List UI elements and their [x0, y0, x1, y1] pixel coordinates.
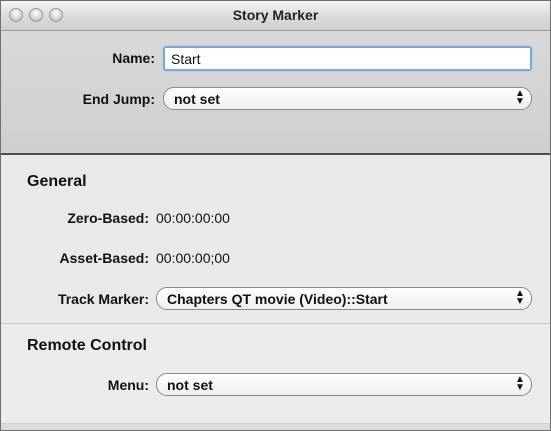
updown-arrows-icon: ▲ ▼: [515, 88, 525, 107]
window-bottom-edge: [1, 423, 550, 430]
asset-based-value: 00:00:00;00: [156, 250, 230, 266]
general-heading: General: [27, 173, 87, 190]
updown-arrows-icon: ▲ ▼: [515, 374, 525, 393]
track-marker-value: Chapters QT movie (Video)::Start: [167, 291, 388, 307]
menu-popup[interactable]: not set ▲ ▼: [156, 373, 532, 396]
zero-based-value: 00:00:00:00: [156, 210, 230, 226]
section-divider: [1, 153, 550, 155]
title-bar[interactable]: Story Marker: [1, 1, 550, 31]
asset-based-label: Asset-Based:: [59, 250, 149, 266]
track-marker-label: Track Marker:: [57, 291, 149, 307]
menu-label: Menu:: [107, 377, 149, 393]
track-marker-popup[interactable]: Chapters QT movie (Video)::Start ▲ ▼: [156, 287, 532, 310]
menu-value: not set: [167, 377, 213, 393]
updown-arrows-icon: ▲ ▼: [515, 288, 525, 307]
end-jump-popup[interactable]: not set ▲ ▼: [163, 87, 532, 110]
end-jump-value: not set: [174, 91, 220, 107]
story-marker-window: Story Marker Name: Start End Jump: not s…: [0, 0, 551, 431]
window-title: Story Marker: [232, 7, 319, 23]
zero-based-label: Zero-Based:: [67, 210, 149, 226]
remote-control-heading: Remote Control: [27, 337, 147, 354]
end-jump-label: End Jump:: [82, 91, 155, 107]
name-field[interactable]: Start: [163, 46, 532, 71]
name-label: Name:: [112, 50, 155, 66]
